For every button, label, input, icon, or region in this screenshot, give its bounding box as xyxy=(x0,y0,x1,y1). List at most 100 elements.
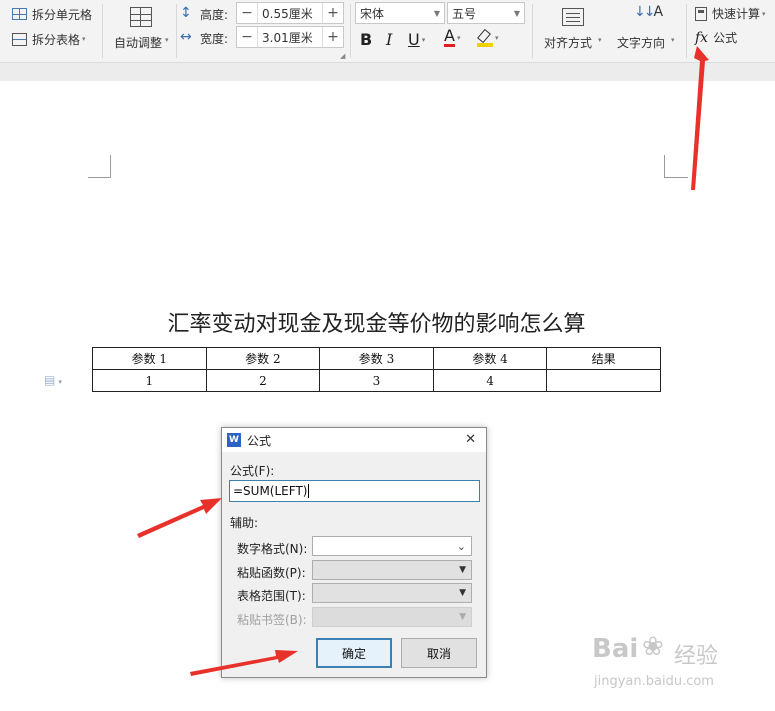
cancel-button[interactable]: 取消 xyxy=(401,638,477,668)
chevron-down-icon: ⌄ xyxy=(456,539,466,553)
baidu-watermark: Bai ❀ 经验 jingyan.baidu.com xyxy=(592,628,742,698)
table-header-cell[interactable]: 参数 3 xyxy=(319,347,434,370)
chevron-down-icon: ▼ xyxy=(513,8,521,18)
font-color-icon: A xyxy=(444,26,455,47)
auto-fit-button[interactable]: 自动调整 ▾ xyxy=(110,4,172,56)
width-input[interactable]: 3.01厘米 xyxy=(257,27,323,47)
underline-button[interactable]: U ▾ xyxy=(408,30,425,49)
auto-fit-label: 自动调整 xyxy=(114,36,163,50)
fx-icon: fx xyxy=(695,29,709,46)
ribbon-divider xyxy=(176,4,177,58)
formula-input[interactable]: =SUM(LEFT) xyxy=(229,480,480,502)
split-cells-button[interactable]: 拆分单元格 xyxy=(12,5,92,23)
text-caret xyxy=(308,484,310,498)
dialog-titlebar[interactable]: W 公式 ✕ xyxy=(222,428,486,452)
document-options-icon[interactable]: ▤ ▾ xyxy=(44,373,62,387)
arrow-to-formula-input xyxy=(137,498,222,538)
split-table-button[interactable]: 拆分表格 ▾ xyxy=(12,30,86,48)
text-direction-button[interactable]: ↓↓A 文字方向 ▾ xyxy=(614,4,680,56)
ribbon-divider xyxy=(686,4,687,58)
ribbon-divider xyxy=(532,4,533,58)
chevron-down-icon: ▾ xyxy=(456,33,461,42)
chevron-down-icon: ▾ xyxy=(82,35,86,43)
table-header-cell[interactable]: 参数 1 xyxy=(92,347,207,370)
underline-icon: U xyxy=(408,30,420,49)
paw-icon: ❀ xyxy=(642,632,664,662)
font-name-select[interactable]: 宋体 ▼ xyxy=(355,2,445,24)
text-direction-icon: ↓↓A xyxy=(634,4,663,20)
table-cell[interactable]: 4 xyxy=(432,369,548,392)
bold-button[interactable]: B xyxy=(360,30,372,49)
dialog-launcher-icon[interactable]: ◢ xyxy=(340,52,345,60)
font-name-value: 宋体 xyxy=(360,6,385,21)
formula-button[interactable]: fx 公式 xyxy=(695,29,737,46)
table-cell[interactable]: 1 xyxy=(92,369,207,392)
height-increment-button[interactable]: + xyxy=(323,3,343,23)
formula-input-value: =SUM(LEFT) xyxy=(233,484,308,498)
chevron-down-icon: ▾ xyxy=(598,36,602,44)
table-cell[interactable]: 2 xyxy=(205,369,321,392)
width-decrement-button[interactable]: − xyxy=(237,27,257,47)
table-range-select[interactable]: ▼ xyxy=(312,583,472,603)
font-color-button[interactable]: A ▾ xyxy=(444,28,460,47)
ribbon-divider xyxy=(350,4,351,58)
chevron-down-icon: ▾ xyxy=(671,36,675,44)
split-table-icon xyxy=(12,32,27,46)
chevron-down-icon: ▾ xyxy=(762,9,766,18)
font-size-value: 五号 xyxy=(452,6,477,21)
watermark-url: jingyan.baidu.com xyxy=(594,674,714,689)
ribbon-bottom-band xyxy=(0,63,775,81)
table-range-label: 表格范围(T): xyxy=(237,589,306,603)
highlight-button[interactable]: ▾ xyxy=(477,28,499,47)
quick-calc-label: 快速计算 xyxy=(712,7,761,21)
paste-function-select[interactable]: ▼ xyxy=(312,560,472,580)
assist-label: 辅助: xyxy=(230,516,259,530)
height-stepper[interactable]: − 0.55厘米 + xyxy=(236,2,344,24)
table-row: 1 2 3 4 xyxy=(92,369,661,392)
height-input[interactable]: 0.55厘米 xyxy=(257,3,323,23)
dropdown-arrow-icon: ▼ xyxy=(459,588,466,598)
alignment-label: 对齐方式 xyxy=(544,36,593,50)
font-size-select[interactable]: 五号 ▼ xyxy=(447,2,525,24)
height-decrement-button[interactable]: − xyxy=(237,3,257,23)
table-cell[interactable] xyxy=(546,369,661,392)
number-format-label: 数字格式(N): xyxy=(237,542,308,556)
table-header-cell[interactable]: 参数 2 xyxy=(205,347,321,370)
close-icon[interactable]: ✕ xyxy=(465,432,476,447)
text-direction-label: 文字方向 xyxy=(617,36,666,50)
page-corner-mark xyxy=(664,155,688,178)
number-format-select[interactable]: ⌄ xyxy=(312,536,472,556)
dropdown-arrow-icon: ▼ xyxy=(459,612,466,622)
table-header-cell[interactable]: 结果 xyxy=(546,347,661,370)
auto-fit-icon xyxy=(130,7,152,27)
col-width-icon: ↔ xyxy=(180,29,192,45)
paste-function-label: 粘贴函数(P): xyxy=(237,566,306,580)
formula-field-label: 公式(F): xyxy=(230,464,275,478)
chevron-down-icon: ▾ xyxy=(165,36,169,44)
chevron-down-icon: ▾ xyxy=(421,35,426,44)
chevron-down-icon: ▾ xyxy=(495,34,499,42)
watermark-brand: Bai xyxy=(592,634,639,664)
paste-bookmark-select: ▼ xyxy=(312,607,472,627)
table-header-cell[interactable]: 参数 4 xyxy=(432,347,548,370)
dropdown-arrow-icon: ▼ xyxy=(459,565,466,575)
split-cells-icon xyxy=(12,8,27,20)
ok-button[interactable]: 确定 xyxy=(316,638,392,668)
alignment-icon xyxy=(562,8,584,26)
height-label: 高度: xyxy=(200,8,229,22)
ribbon-divider xyxy=(102,4,103,58)
width-stepper[interactable]: − 3.01厘米 + xyxy=(236,26,344,48)
table-header-row: 参数 1 参数 2 参数 3 参数 4 结果 xyxy=(92,347,661,370)
width-increment-button[interactable]: + xyxy=(323,27,343,47)
document-table[interactable]: 参数 1 参数 2 参数 3 参数 4 结果 1 2 3 4 xyxy=(92,347,661,392)
row-height-icon: ↕ xyxy=(180,5,192,21)
table-cell[interactable]: 3 xyxy=(319,369,434,392)
chevron-down-icon: ▼ xyxy=(433,8,441,18)
quick-calc-button[interactable]: 快速计算 ▾ xyxy=(695,5,766,22)
paste-bookmark-label: 粘贴书签(B): xyxy=(237,613,307,627)
width-label: 宽度: xyxy=(200,32,229,46)
formula-dialog: W 公式 ✕ 公式(F): =SUM(LEFT) 辅助: 数字格式(N): ⌄ … xyxy=(221,427,487,678)
split-cells-label: 拆分单元格 xyxy=(32,7,93,22)
italic-button[interactable]: I xyxy=(386,30,392,49)
alignment-button[interactable]: 对齐方式 ▾ xyxy=(540,4,606,56)
